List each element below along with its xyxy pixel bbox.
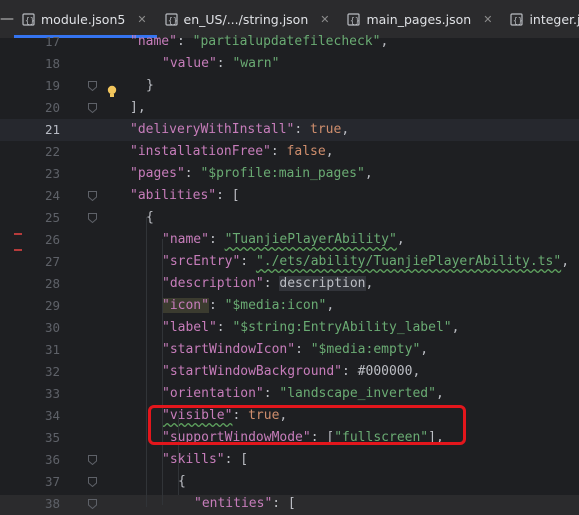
close-icon[interactable]: ✕ xyxy=(483,13,492,26)
line-number: 30 xyxy=(44,320,60,335)
line-number: 25 xyxy=(44,210,60,225)
close-icon[interactable]: ✕ xyxy=(137,13,146,26)
tab-label: main_pages.json xyxy=(366,11,472,27)
code-line[interactable]: 23 "pages": "$profile:main_pages", xyxy=(0,163,579,185)
close-icon[interactable]: ✕ xyxy=(320,13,329,26)
line-number: 34 xyxy=(44,408,60,423)
code-line[interactable]: 17 "name": "partialupdatefilecheck", xyxy=(0,31,579,53)
line-number: 35 xyxy=(44,430,60,445)
code-text: "deliveryWithInstall": true, xyxy=(130,122,350,137)
svg-text:{}: {} xyxy=(513,16,523,25)
code-text: "skills": [ xyxy=(162,452,249,467)
code-line[interactable]: 31 "startWindowIcon": "$media:empty", xyxy=(0,339,579,361)
json-file-icon: {} xyxy=(22,12,35,26)
svg-text:{}: {} xyxy=(25,16,35,25)
fold-icon[interactable] xyxy=(88,191,97,201)
fold-icon[interactable] xyxy=(88,455,97,465)
code-line[interactable]: 20], xyxy=(0,97,579,119)
line-number: 27 xyxy=(44,254,60,269)
line-number: 18 xyxy=(44,56,60,71)
code-line[interactable]: 27 "srcEntry": "./ets/ability/TuanjiePlay… xyxy=(0,251,579,273)
fold-icon[interactable] xyxy=(88,103,97,113)
code-text: "pages": "$profile:main_pages", xyxy=(130,166,373,181)
code-text: "entities": [ xyxy=(194,496,296,511)
indent-guide xyxy=(162,239,163,505)
line-number: 26 xyxy=(44,232,60,247)
code-line[interactable]: 25 { xyxy=(0,207,579,229)
code-line[interactable]: 30 "label": "$string:EntryAbility_label", xyxy=(0,317,579,339)
line-number: 21 xyxy=(44,122,60,137)
code-line[interactable]: 33 "orientation": "landscape_inverted", xyxy=(0,383,579,405)
line-number: 20 xyxy=(44,100,60,115)
code-text: { xyxy=(178,474,186,489)
code-text: "orientation": "landscape_inverted", xyxy=(162,386,444,401)
line-number: 38 xyxy=(44,496,60,511)
line-number: 28 xyxy=(44,276,60,291)
code-text: "abilities": [ xyxy=(130,188,240,203)
line-number: 19 xyxy=(44,78,60,93)
tab-label: en_US/.../string.json xyxy=(183,11,309,27)
fold-icon[interactable] xyxy=(88,499,97,509)
tab-label: integer.json xyxy=(529,11,579,27)
code-line[interactable]: 26 "name": "TuanjiePlayerAbility", xyxy=(0,229,579,251)
fold-icon[interactable] xyxy=(88,477,97,487)
red-annotation-box xyxy=(148,405,466,445)
line-number: 24 xyxy=(44,188,60,203)
code-line[interactable]: 24 "abilities": [ xyxy=(0,185,579,207)
json-file-icon: {} xyxy=(510,12,523,26)
code-text: { xyxy=(146,210,154,225)
code-text: "name": "TuanjiePlayerAbility", xyxy=(162,232,405,247)
json-file-icon: {} xyxy=(164,12,178,26)
line-number: 31 xyxy=(44,342,60,357)
code-text: } xyxy=(146,78,154,93)
fold-icon[interactable] xyxy=(88,81,97,91)
tab-label: module.json5 xyxy=(41,11,126,27)
code-line[interactable]: 36 "skills": [ xyxy=(0,449,579,471)
code-text: "description": description, xyxy=(162,276,374,291)
code-text: ], xyxy=(130,100,146,115)
code-line[interactable]: 22 "installationFree": false, xyxy=(0,141,579,163)
code-text: "name": "partialupdatefilecheck", xyxy=(130,34,389,49)
line-number: 23 xyxy=(44,166,60,181)
code-text: "srcEntry": "./ets/ability/TuanjiePlayer… xyxy=(162,254,570,269)
line-number: 33 xyxy=(44,386,60,401)
code-text: "label": "$string:EntryAbility_label", xyxy=(162,320,460,335)
line-number: 29 xyxy=(44,298,60,313)
code-line[interactable]: 21 "deliveryWithInstall": true, xyxy=(0,119,579,141)
code-line[interactable]: 29 "icon": "$media:icon", xyxy=(0,295,579,317)
code-line[interactable]: 37 { xyxy=(0,471,579,493)
code-line[interactable]: 19} xyxy=(0,75,579,97)
code-text: "value": "warn" xyxy=(162,56,280,71)
lightbulb-icon[interactable] xyxy=(106,85,118,99)
fold-icon[interactable] xyxy=(88,213,97,223)
code-line[interactable]: 18 "value": "warn" xyxy=(0,53,579,75)
svg-text:{}: {} xyxy=(350,16,360,25)
json-file-icon: {} xyxy=(347,12,360,26)
line-number: 17 xyxy=(44,34,60,49)
code-text: "startWindowBackground": #000000, xyxy=(162,364,421,379)
line-number: 22 xyxy=(44,144,60,159)
code-text: "icon": "$media:icon", xyxy=(162,298,335,313)
line-number: 32 xyxy=(44,364,60,379)
code-editor[interactable]: 17 "name": "partialupdatefilecheck", 18 "va… xyxy=(0,34,579,511)
code-line[interactable]: 28 "description": description, xyxy=(0,273,579,295)
code-line[interactable]: 32 "startWindowBackground": #000000, xyxy=(0,361,579,383)
code-text: "installationFree": false, xyxy=(130,144,334,159)
indent-guide xyxy=(146,217,147,507)
line-number: 37 xyxy=(44,474,60,489)
line-number: 36 xyxy=(44,452,60,467)
code-text: "startWindowIcon": "$media:empty", xyxy=(162,342,429,357)
svg-text:{}: {} xyxy=(168,16,178,25)
code-line[interactable]: 38 "entities": [ xyxy=(0,493,579,515)
